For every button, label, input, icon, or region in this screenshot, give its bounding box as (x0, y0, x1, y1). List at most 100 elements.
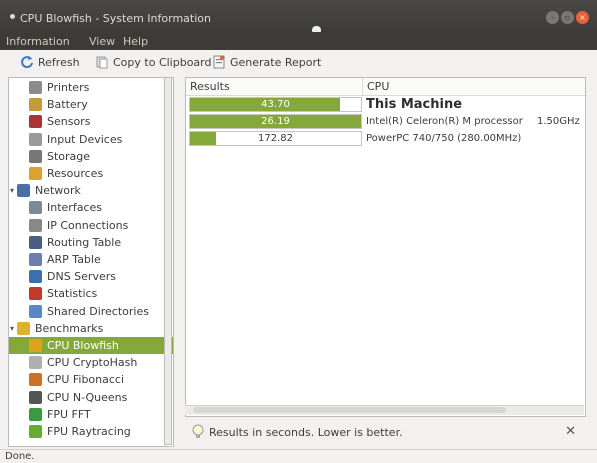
result-bar: 43.70 (189, 97, 362, 112)
sidebar-item-label: IP Connections (47, 218, 129, 232)
sidebar-item-label: Input Devices (47, 132, 123, 146)
sidebar-item-label: Storage (47, 149, 91, 163)
sidebar-item-cpu-blowfish[interactable]: CPU Blowfish (9, 337, 173, 354)
cpu-name: Intel(R) Celeron(R) M processor (366, 116, 523, 127)
cpu-frequency: 1.50GHz (537, 116, 580, 127)
menu-bar: Information View Help (0, 34, 597, 50)
close-note-icon[interactable]: ✕ (565, 424, 576, 439)
arp-table-icon (29, 253, 42, 266)
result-value: 172.82 (258, 133, 293, 144)
ip-connections-icon (29, 218, 42, 232)
fpu-fft-icon (29, 407, 42, 421)
report-icon (213, 55, 225, 69)
sidebar-item-cpu-n-queens[interactable]: CPU N-Queens (9, 389, 173, 406)
sidebar-item-fpu-raytracing[interactable]: FPU Raytracing (9, 423, 173, 440)
sidebar-item-label: Statistics (47, 287, 98, 301)
printer-icon (29, 81, 42, 94)
sidebar-item-routing-table[interactable]: Routing Table (9, 234, 173, 251)
keyboard-icon (29, 132, 42, 146)
sidebar-item-label: CPU Blowfish (47, 339, 119, 352)
result-value: 26.19 (261, 116, 290, 127)
sidebar-item-label: Sensors (47, 115, 91, 129)
sidebar-scrollbar[interactable] (164, 77, 172, 445)
copy-label: Copy to Clipboard (113, 55, 212, 69)
battery-icon (29, 98, 42, 112)
column-header-cpu[interactable]: CPU (363, 78, 585, 96)
sidebar-item-sensors[interactable]: Sensors (9, 113, 173, 130)
window-controls: – ▫ × (546, 11, 589, 24)
sidebar-tree[interactable]: Printers Battery Sensors Input Devices Stora… (8, 77, 174, 447)
sidebar-item-label: Routing Table (47, 235, 122, 249)
sidebar-item-shared-directories[interactable]: Shared Directories (9, 303, 173, 320)
window-menu-icon[interactable] (10, 14, 15, 19)
window-title: CPU Blowfish - System Information (20, 12, 211, 25)
sidebar-item-label: ARP Table (47, 253, 101, 266)
benchmarks-icon (17, 321, 30, 335)
table-row[interactable]: 172.82 PowerPC 740/750 (280.00MHz) (186, 130, 585, 147)
results-horizontal-scrollbar[interactable] (185, 405, 584, 415)
sidebar-item-dns-servers[interactable]: DNS Servers (9, 268, 173, 285)
sidebar-item-battery[interactable]: Battery (9, 96, 173, 113)
menu-help[interactable]: Help (123, 34, 148, 50)
sidebar-item-label: DNS Servers (47, 270, 116, 284)
sidebar-item-label: Benchmarks (35, 321, 104, 335)
minimize-icon[interactable]: – (546, 11, 559, 24)
sidebar-item-benchmarks[interactable]: ▾ Benchmarks (9, 320, 173, 337)
refresh-button[interactable]: Refresh (20, 54, 80, 70)
cpu-fibonacci-icon (29, 373, 42, 387)
mouse-cursor-icon (312, 26, 321, 32)
column-header-results[interactable]: Results (186, 78, 370, 96)
sidebar-item-label: Printers (47, 81, 90, 94)
menu-view[interactable]: View (89, 34, 115, 50)
sidebar-item-statistics[interactable]: Statistics (9, 285, 173, 302)
sidebar-item-cpu-fibonacci[interactable]: CPU Fibonacci (9, 371, 173, 388)
disk-icon (29, 149, 42, 163)
sidebar-item-label: CPU CryptoHash (47, 356, 138, 370)
sidebar-item-label: Battery (47, 98, 88, 112)
sidebar-item-interfaces[interactable]: Interfaces (9, 199, 173, 216)
copy-to-clipboard-button[interactable]: Copy to Clipboard (95, 54, 211, 70)
menu-information[interactable]: Information (6, 34, 70, 50)
expander-arrow-icon[interactable]: ▾ (10, 320, 14, 337)
sidebar-item-label: Interfaces (47, 201, 102, 215)
fpu-raytracing-icon (29, 425, 42, 438)
sidebar-item-resources[interactable]: Resources (9, 165, 173, 182)
result-bar: 172.82 (189, 131, 362, 146)
sidebar-item-label: FPU FFT (47, 407, 91, 421)
dns-servers-icon (29, 270, 42, 284)
network-icon (17, 184, 30, 198)
sidebar-item-printers[interactable]: Printers (9, 79, 173, 96)
table-row[interactable]: 26.19 Intel(R) Celeron(R) M processor 1.50… (186, 113, 585, 130)
maximize-icon[interactable]: ▫ (561, 11, 574, 24)
thermometer-icon (29, 115, 42, 129)
sidebar-item-ip-connections[interactable]: IP Connections (9, 217, 173, 234)
sidebar-item-fpu-fft[interactable]: FPU FFT (9, 406, 173, 423)
sidebar-item-input-devices[interactable]: Input Devices (9, 131, 173, 148)
generate-report-button[interactable]: Generate Report (212, 54, 321, 70)
cpu-blowfish-icon (29, 339, 42, 352)
report-label: Generate Report (230, 55, 322, 69)
refresh-icon (21, 56, 33, 69)
refresh-label: Refresh (38, 55, 80, 69)
sidebar-item-label: FPU Raytracing (47, 425, 131, 438)
note-text: Results in seconds. Lower is better. (209, 426, 403, 439)
result-bar: 26.19 (189, 114, 362, 129)
lightbulb-icon (192, 424, 204, 438)
expander-arrow-icon[interactable]: ▾ (10, 182, 14, 199)
sidebar-item-label: CPU Fibonacci (47, 373, 125, 387)
sidebar-item-cpu-cryptohash[interactable]: CPU CryptoHash (9, 354, 173, 371)
cpu-name: This Machine (366, 97, 463, 112)
scrollbar-thumb[interactable] (193, 407, 506, 413)
interfaces-icon (29, 201, 42, 215)
sidebar-item-network[interactable]: ▾ Network (9, 182, 173, 199)
cpu-cryptohash-icon (29, 356, 42, 370)
status-bar: Done. (0, 449, 597, 463)
sidebar-item-label: Shared Directories (47, 304, 149, 318)
resources-icon (29, 167, 42, 180)
table-row[interactable]: 43.70 This Machine (186, 96, 585, 113)
cpu-name: PowerPC 740/750 (280.00MHz) (366, 133, 522, 144)
sidebar-item-storage[interactable]: Storage (9, 148, 173, 165)
sidebar-item-arp-table[interactable]: ARP Table (9, 251, 173, 268)
close-icon[interactable]: × (576, 11, 589, 24)
window-titlebar[interactable]: CPU Blowfish - System Information – ▫ × (0, 0, 597, 34)
